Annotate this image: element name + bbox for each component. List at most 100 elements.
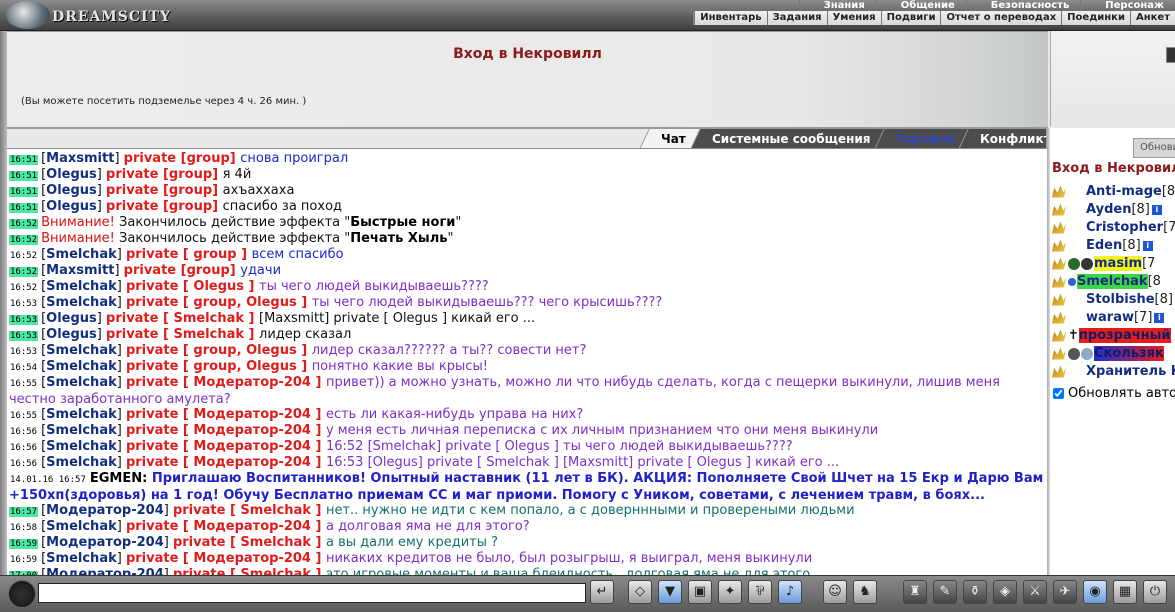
message-time[interactable]: 16:53: [9, 315, 39, 325]
sender-nick[interactable]: Модератор-204: [46, 535, 164, 550]
message-time[interactable]: 16:56: [9, 443, 38, 453]
private-recipients[interactable]: private [group]: [106, 183, 223, 198]
user-name[interactable]: Cristopher: [1086, 220, 1163, 235]
user-row[interactable]: Eden[8] i: [1052, 237, 1175, 255]
chat-emblem-icon[interactable]: [8, 580, 36, 608]
user-info-icon[interactable]: i: [1154, 312, 1165, 323]
user-name[interactable]: Stolbishe: [1086, 292, 1155, 307]
private-recipients[interactable]: private [ Smelchak ]: [173, 503, 326, 518]
user-name[interactable]: masim: [1094, 256, 1143, 271]
sender-nick[interactable]: Smelchak: [46, 375, 117, 390]
refresh-button[interactable]: Обновить: [1133, 138, 1175, 158]
private-recipients[interactable]: private [ group, Olegus ]: [126, 359, 312, 374]
private-recipients[interactable]: private [group]: [124, 151, 241, 166]
sender-nick[interactable]: Smelchak: [46, 343, 117, 358]
private-recipients[interactable]: private [ Модератор-204 ]: [126, 439, 326, 454]
menu-knowledge[interactable]: Знания: [798, 0, 876, 11]
private-recipients[interactable]: private [ Модератор-204 ]: [126, 551, 326, 566]
submenu-achievements[interactable]: Подвиги: [880, 11, 941, 25]
save-icon[interactable]: ▣: [688, 580, 712, 604]
filter-icon[interactable]: ▼: [658, 580, 682, 604]
user-row[interactable]: Cristopher[7: [1052, 219, 1175, 237]
private-recipients[interactable]: private [ Smelchak ]: [106, 311, 259, 326]
user-row[interactable]: Скользяк: [1052, 345, 1175, 363]
sender-nick[interactable]: Smelchak: [46, 359, 117, 374]
user-name[interactable]: Smelchak: [1077, 274, 1148, 289]
message-time[interactable]: 16:52: [9, 219, 39, 229]
message-time[interactable]: 16:51: [9, 203, 39, 213]
sender-nick[interactable]: Smelchak: [46, 407, 117, 422]
private-recipients[interactable]: private [ group ]: [126, 247, 252, 262]
submenu-transfer-report[interactable]: Отчет о переводах: [940, 11, 1061, 25]
private-recipients[interactable]: private [ Модератор-204 ]: [126, 375, 326, 390]
helmet-icon[interactable]: ♞: [853, 580, 877, 604]
eraser-icon[interactable]: ◇: [628, 580, 652, 604]
panel-toggle-icon[interactable]: [1166, 47, 1175, 63]
portrait-icon[interactable]: ▦: [1113, 580, 1137, 604]
system-sender[interactable]: EGMEN:: [90, 471, 152, 486]
sender-nick[interactable]: Olegus: [46, 311, 97, 326]
sender-nick[interactable]: Smelchak: [46, 551, 117, 566]
sword-icon[interactable]: ⚔: [1023, 580, 1047, 604]
submenu-profile[interactable]: Анкет: [1129, 11, 1175, 25]
message-time[interactable]: 16:58: [9, 523, 38, 533]
user-row[interactable]: waraw[7] i: [1052, 309, 1175, 327]
sender-nick[interactable]: Smelchak: [46, 279, 117, 294]
sender-nick[interactable]: Olegus: [46, 327, 97, 342]
music-icon[interactable]: ♪: [778, 580, 802, 604]
private-recipients[interactable]: private [ Модератор-204 ]: [126, 423, 326, 438]
menu-security[interactable]: Безопасность: [965, 0, 1081, 11]
submenu-duels[interactable]: Поединки: [1061, 11, 1130, 25]
sender-nick[interactable]: Maxsmitt: [46, 263, 114, 278]
private-recipients[interactable]: private [group]: [106, 167, 223, 182]
user-name[interactable]: прозрачный: [1078, 328, 1171, 343]
message-time[interactable]: 16:51: [9, 155, 39, 165]
user-name[interactable]: Ayden: [1086, 202, 1131, 217]
sender-nick[interactable]: Olegus: [46, 199, 97, 214]
private-recipients[interactable]: private [ Smelchak ]: [173, 535, 326, 550]
message-time[interactable]: 16:56: [9, 427, 38, 437]
private-recipients[interactable]: private [group]: [124, 263, 241, 278]
private-recipients[interactable]: private [group]: [106, 199, 223, 214]
sender-nick[interactable]: Smelchak: [46, 455, 117, 470]
user-row[interactable]: ✝прозрачный: [1052, 327, 1175, 345]
translit-icon[interactable]: ⅌: [748, 580, 772, 604]
bag-icon[interactable]: ♜: [903, 580, 927, 604]
chest-icon[interactable]: ◈: [993, 580, 1017, 604]
message-time[interactable]: 16:53: [9, 299, 38, 309]
private-recipients[interactable]: private [ Модератор-204 ]: [126, 407, 326, 422]
message-time[interactable]: 16:59: [9, 539, 39, 549]
user-info-icon[interactable]: i: [1142, 240, 1153, 251]
auto-refresh-checkbox[interactable]: [1053, 388, 1064, 399]
user-row[interactable]: Хранитель К: [1052, 363, 1175, 381]
private-recipients[interactable]: private [ Модератор-204 ]: [126, 455, 326, 470]
globe-icon[interactable]: ◉: [1083, 580, 1107, 604]
message-time[interactable]: 16:59: [9, 555, 38, 565]
exit-icon[interactable]: ⏻: [1143, 580, 1167, 604]
potion-icon[interactable]: ⚱: [963, 580, 987, 604]
message-time[interactable]: 16:55: [9, 379, 38, 389]
user-row[interactable]: masim[7: [1052, 255, 1175, 273]
sender-nick[interactable]: Maxsmitt: [46, 151, 114, 166]
user-name[interactable]: waraw: [1086, 310, 1134, 325]
message-time[interactable]: 16:53: [9, 347, 38, 357]
message-time[interactable]: 16:53: [9, 331, 39, 341]
message-time[interactable]: 16:57: [9, 507, 39, 517]
message-time[interactable]: 16:52: [9, 267, 39, 277]
smile-icon[interactable]: ☺: [823, 580, 847, 604]
sender-nick[interactable]: Olegus: [46, 183, 97, 198]
map-icon[interactable]: ✈: [1053, 580, 1077, 604]
sender-nick[interactable]: Smelchak: [46, 439, 117, 454]
private-recipients[interactable]: private [ Модератор-204 ]: [126, 519, 326, 534]
message-time[interactable]: 16:52: [9, 251, 38, 261]
user-name[interactable]: Anti-mage: [1086, 184, 1162, 199]
scroll-icon[interactable]: ✎: [933, 580, 957, 604]
submenu-skills[interactable]: Умения: [826, 11, 881, 25]
submenu-quests[interactable]: Задания: [766, 11, 827, 25]
menu-communication[interactable]: Общение: [875, 0, 966, 11]
user-row[interactable]: Stolbishe[8]: [1052, 291, 1175, 309]
user-row[interactable]: Ayden[8] i: [1052, 201, 1175, 219]
enter-icon[interactable]: ↵: [590, 580, 614, 604]
private-recipients[interactable]: private [ Olegus ]: [126, 279, 259, 294]
message-time[interactable]: 16:51: [9, 171, 39, 181]
